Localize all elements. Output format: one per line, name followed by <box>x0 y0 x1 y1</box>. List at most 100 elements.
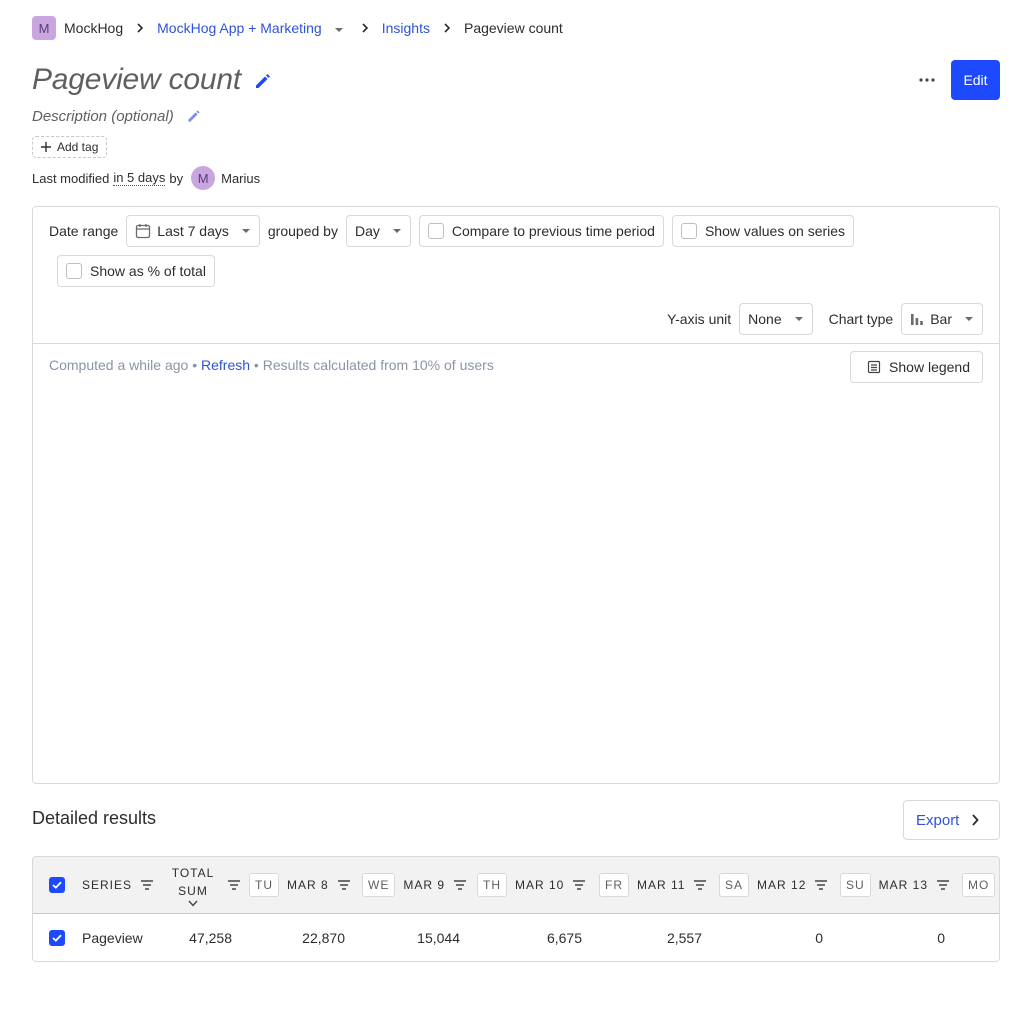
show-values-label: Show values on series <box>704 223 846 239</box>
plus-icon <box>41 142 51 152</box>
checkbox-unchecked[interactable] <box>427 223 444 239</box>
cell-day-0: 22,870 <box>302 930 345 946</box>
avatar: M <box>191 166 216 190</box>
grouped-by-label: grouped by <box>267 223 338 239</box>
interval-value: Day <box>354 223 380 239</box>
chevron-right-icon <box>135 23 145 33</box>
row-checkbox[interactable] <box>49 914 65 961</box>
sort-icon[interactable] <box>337 879 351 891</box>
column-day-1[interactable]: WE MAR 9 <box>362 857 467 913</box>
column-day-4[interactable]: SA MAR 12 <box>719 857 828 913</box>
column-total-sort[interactable] <box>219 857 241 913</box>
computed-text: Computed a while ago • <box>49 357 198 373</box>
day-date: MAR 9 <box>403 878 446 892</box>
day-of-week: MO <box>962 873 996 897</box>
legend-icon <box>867 360 881 374</box>
modified-time: in 5 days <box>113 170 166 186</box>
more-options-icon[interactable] <box>911 64 943 96</box>
day-date: MAR 12 <box>757 878 807 892</box>
chevron-down-icon <box>188 900 198 907</box>
computed-status: Computed a while ago • Refresh • Results… <box>49 357 494 373</box>
date-range-select[interactable]: Last 7 days <box>126 215 260 247</box>
compare-checkbox[interactable]: Compare to previous time period <box>418 215 664 247</box>
last-modified: Last modified in 5 days by M Marius <box>32 166 260 190</box>
sampling-text: • Results calculated from 10% of users <box>253 357 494 373</box>
table-row: Pageview 47,258 22,870 15,044 6,675 2,55… <box>33 914 999 961</box>
cell-day-2: 6,675 <box>546 930 582 946</box>
day-of-week: SU <box>840 873 871 897</box>
cell-day-3: 2,557 <box>666 930 702 946</box>
sort-icon[interactable] <box>227 879 241 891</box>
description-field[interactable]: Description (optional) <box>32 108 174 125</box>
caret-down-icon <box>241 228 251 234</box>
cell-day-5: 0 <box>937 930 945 946</box>
sort-icon[interactable] <box>572 879 586 891</box>
day-date: MAR 13 <box>878 878 929 892</box>
column-day-5[interactable]: SU MAR 13 <box>840 857 950 913</box>
checkbox-unchecked[interactable] <box>66 263 82 279</box>
breadcrumb-current: Pageview count <box>463 20 563 36</box>
caret-down-icon <box>392 228 402 234</box>
day-of-week: SA <box>719 873 750 897</box>
show-values-checkbox[interactable]: Show values on series <box>671 215 855 247</box>
select-all-checkbox[interactable] <box>49 857 65 913</box>
add-tag-button[interactable]: Add tag <box>32 136 108 158</box>
date-range-label: Date range <box>49 223 119 239</box>
caret-down-icon <box>794 316 804 322</box>
insight-filters: Date range Last 7 days grouped by Day Co… <box>49 215 983 287</box>
column-day-6[interactable]: MO M <box>962 857 999 913</box>
chevron-right-icon <box>971 814 980 826</box>
y-axis-unit-value: None <box>748 311 782 327</box>
show-legend-label: Show legend <box>889 359 970 375</box>
checkbox-checked[interactable] <box>49 877 65 893</box>
insight-card: Date range Last 7 days grouped by Day Co… <box>32 206 1000 784</box>
interval-select[interactable]: Day <box>345 215 411 247</box>
header-actions: Edit <box>911 60 1000 100</box>
caret-down-icon <box>964 316 974 322</box>
column-series-label: SERIES <box>82 878 133 892</box>
breadcrumb-insights[interactable]: Insights <box>382 20 430 36</box>
chevron-right-icon <box>360 23 370 33</box>
column-series[interactable]: SERIES <box>82 857 154 913</box>
sort-icon[interactable] <box>936 879 950 891</box>
cell-total: 47,258 <box>189 930 232 946</box>
cell-day-1: 15,044 <box>417 930 460 946</box>
title-row: Pageview count Edit <box>32 60 1000 100</box>
day-of-week: TH <box>477 873 507 897</box>
page-title[interactable]: Pageview count <box>32 63 241 97</box>
chart-type-value: Bar <box>930 311 952 327</box>
edit-button[interactable]: Edit <box>951 60 1000 100</box>
show-percent-checkbox[interactable]: Show as % of total <box>57 255 215 287</box>
cell-series: Pageview <box>82 930 143 946</box>
pencil-icon[interactable] <box>253 71 273 91</box>
column-total[interactable]: TOTAL SUM <box>167 857 219 913</box>
chart-type-select[interactable]: Bar <box>901 303 983 335</box>
caret-down-icon[interactable] <box>334 20 344 36</box>
show-legend-button[interactable]: Show legend <box>850 351 983 383</box>
pencil-icon[interactable] <box>186 108 202 124</box>
column-day-3[interactable]: FR MAR 11 <box>599 857 707 913</box>
results-table: SERIES TOTAL SUM TU MAR 8 WE MAR 9 TH MA… <box>32 856 1000 962</box>
sort-icon[interactable] <box>693 879 707 891</box>
sort-icon[interactable] <box>140 879 154 891</box>
add-tag-label: Add tag <box>57 140 99 154</box>
day-of-week: TU <box>249 873 279 897</box>
breadcrumb-project[interactable]: MockHog App + Marketing <box>157 20 322 36</box>
sort-icon[interactable] <box>453 879 467 891</box>
checkbox-unchecked[interactable] <box>680 223 697 239</box>
checkbox-checked[interactable] <box>49 930 65 946</box>
export-button[interactable]: Export <box>903 800 1000 840</box>
refresh-link[interactable]: Refresh <box>201 357 250 373</box>
column-day-0[interactable]: TU MAR 8 <box>249 857 351 913</box>
breadcrumb-org[interactable]: MockHog <box>64 20 123 36</box>
detailed-results-title: Detailed results <box>32 808 157 828</box>
column-day-2[interactable]: TH MAR 10 <box>477 857 586 913</box>
bar-chart-icon <box>910 312 924 326</box>
divider <box>33 343 999 344</box>
chart-type-label: Chart type <box>828 311 894 327</box>
day-of-week: FR <box>599 873 629 897</box>
date-range-value: Last 7 days <box>157 223 229 239</box>
y-axis-unit-select[interactable]: None <box>739 303 813 335</box>
org-logo[interactable]: M <box>32 16 56 40</box>
sort-icon[interactable] <box>814 879 828 891</box>
